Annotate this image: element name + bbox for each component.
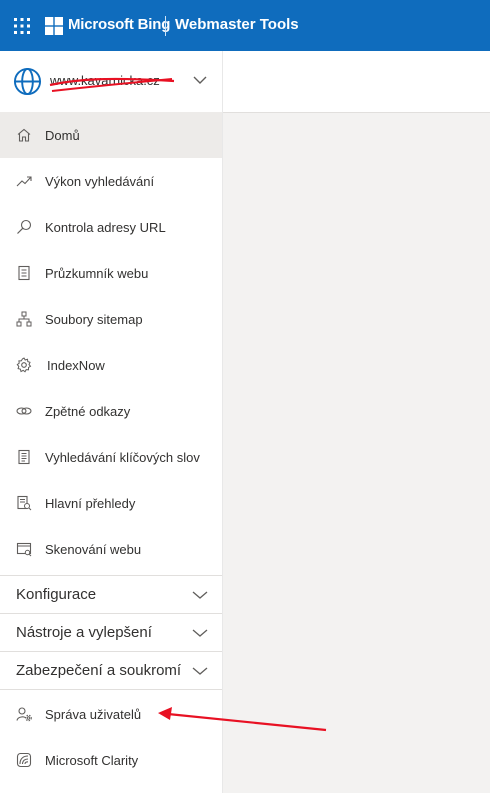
nav-item-indexnow[interactable]: IndexNow <box>0 342 222 388</box>
microsoft-logo-icon <box>45 17 63 35</box>
app-launcher-icon[interactable] <box>14 18 30 34</box>
nav-item-sitemaps[interactable]: Soubory sitemap <box>0 296 222 342</box>
nav-item-home[interactable]: Domů <box>0 112 222 158</box>
section-configuration[interactable]: Konfigurace <box>0 575 222 614</box>
list-icon <box>18 449 30 465</box>
nav-label: Výkon vyhledávání <box>45 173 155 189</box>
main-content <box>223 51 490 793</box>
top-bar: Microsoft Bing Webmaster Tools <box>0 0 490 51</box>
nav-label: Skenování webu <box>45 541 142 557</box>
nav-item-site-scan[interactable]: Skenování webu <box>0 526 222 572</box>
section-label: Konfigurace <box>16 586 97 603</box>
product-name[interactable]: Webmaster Tools <box>175 16 299 33</box>
nav-item-user-management[interactable]: Správa uživatelů <box>0 691 222 737</box>
nav-label: Hlavní přehledy <box>45 495 136 511</box>
section-security[interactable]: Zabezpečení a soukromí <box>0 651 222 690</box>
nav-label: Správa uživatelů <box>45 706 142 722</box>
nav-item-site-explorer[interactable]: Průzkumník webu <box>0 250 222 296</box>
chevron-down-icon <box>192 667 208 675</box>
nav-label: Soubory sitemap <box>45 311 143 327</box>
content-header <box>223 51 490 113</box>
section-label: Nástroje a vylepšení <box>16 624 152 641</box>
header-divider <box>165 16 166 36</box>
chevron-down-icon <box>192 591 208 599</box>
search-icon <box>17 219 32 234</box>
nav-label: Vyhledávání klíčových slov <box>45 449 200 465</box>
report-icon <box>17 495 32 511</box>
scan-icon <box>16 542 32 557</box>
nav-label: IndexNow <box>47 357 105 373</box>
site-selector[interactable]: www.kavarnicka.cz <box>0 51 222 113</box>
chevron-down-icon[interactable] <box>193 75 207 85</box>
user-settings-icon <box>16 707 32 722</box>
nav-label: Microsoft Clarity <box>45 752 139 768</box>
nav-item-keyword-research[interactable]: Vyhledávání klíčových slov <box>0 434 222 480</box>
chevron-down-icon <box>192 629 208 637</box>
sidebar: www.kavarnicka.cz Domů Výkon vyhledávání… <box>0 51 223 793</box>
nav-item-search-performance[interactable]: Výkon vyhledávání <box>0 158 222 204</box>
gear-icon <box>16 357 32 373</box>
globe-icon <box>13 67 42 96</box>
redaction-scribble <box>49 77 175 92</box>
nav-label: Domů <box>45 127 80 143</box>
brand-name[interactable]: Microsoft Bing <box>68 16 170 33</box>
trend-icon <box>16 176 32 187</box>
home-icon <box>17 128 31 142</box>
section-label: Zabezpečení a soukromí <box>16 662 182 679</box>
document-icon <box>18 265 30 281</box>
nav-label: Průzkumník webu <box>45 265 149 281</box>
clarity-icon <box>16 752 32 768</box>
nav-label: Kontrola adresy URL <box>45 219 166 235</box>
section-divider <box>0 689 222 690</box>
sitemap-icon <box>16 311 32 327</box>
nav-item-url-inspection[interactable]: Kontrola adresy URL <box>0 204 222 250</box>
nav-item-top-insights[interactable]: Hlavní přehledy <box>0 480 222 526</box>
nav-label: Zpětné odkazy <box>45 403 131 419</box>
nav-item-clarity[interactable]: Microsoft Clarity <box>0 737 222 783</box>
link-icon <box>16 407 32 415</box>
section-tools[interactable]: Nástroje a vylepšení <box>0 613 222 652</box>
nav-item-backlinks[interactable]: Zpětné odkazy <box>0 388 222 434</box>
